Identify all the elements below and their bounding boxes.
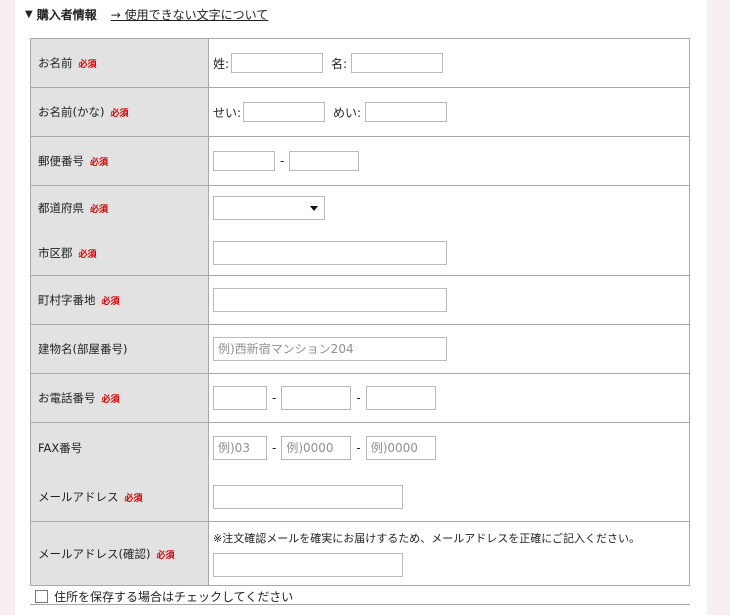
required-badge: 必須 <box>101 395 120 405</box>
row-town: 町村字番地 必須 <box>30 275 690 325</box>
fax-separator-1: - <box>272 440 277 455</box>
purchaser-form-table: お名前 必須 姓: 名: お名前(かな) 必須 せい: めい: 郵便番号 必須 … <box>30 38 690 586</box>
label-building: 建物名(部屋番号) <box>30 324 209 374</box>
label-city: 市区郡 必須 <box>38 245 97 260</box>
email-confirm-input[interactable] <box>213 553 403 577</box>
unusable-characters-link[interactable]: → 使用できない文字について <box>111 6 269 23</box>
postal-code-second-input[interactable] <box>289 151 360 171</box>
row-kana: お名前(かな) 必須 せい: めい: <box>30 87 690 137</box>
label-town: 町村字番地 必須 <box>30 275 209 325</box>
required-badge: 必須 <box>90 158 109 168</box>
fax-second-input[interactable] <box>281 435 352 460</box>
fax-third-input[interactable] <box>365 435 436 460</box>
phone-second-input[interactable] <box>281 386 352 410</box>
required-badge: 必須 <box>101 297 120 307</box>
label-name: お名前 必須 <box>30 38 209 88</box>
row-prefecture-city: 都道府県 必須 市区郡 必須 <box>30 185 690 276</box>
city-input[interactable] <box>213 240 447 265</box>
required-badge: 必須 <box>78 249 97 260</box>
label-phone: お電話番号 必須 <box>30 373 209 423</box>
last-name-kana-input[interactable] <box>243 102 326 122</box>
required-badge: 必須 <box>78 60 97 70</box>
email-confirm-note: ※注文確認メールを確実にお届けするため、メールアドレスを正確にご記入ください。 <box>213 532 640 545</box>
mei-kana-label: めい: <box>333 105 362 120</box>
first-name-input[interactable] <box>351 53 444 73</box>
postal-code-first-input[interactable] <box>213 151 275 171</box>
label-fax: FAX番号 <box>38 440 83 455</box>
fax-separator-2: - <box>356 440 361 455</box>
street-address-input[interactable] <box>213 288 447 312</box>
section-heading: ▼ 購入者情報 → 使用できない文字について <box>25 5 268 23</box>
divider <box>30 604 690 605</box>
first-name-kana-input[interactable] <box>365 102 448 122</box>
section-title: 購入者情報 <box>36 7 97 22</box>
last-name-input[interactable] <box>231 53 324 73</box>
email-input[interactable] <box>213 484 403 509</box>
row-phone: お電話番号 必須 - - <box>30 373 690 423</box>
fax-first-input[interactable] <box>213 435 267 460</box>
row-fax-email: FAX番号 メールアドレス必須 - - <box>30 422 690 522</box>
required-badge: 必須 <box>90 205 109 216</box>
label-email-confirm: メールアドレス(確認) 必須 <box>30 521 209 586</box>
save-address-checkbox[interactable] <box>35 590 48 603</box>
label-prefecture: 都道府県 必須 <box>38 201 109 216</box>
triangle-down-icon: ▼ <box>25 8 33 20</box>
row-email-confirm: メールアドレス(確認) 必須 ※注文確認メールを確実にお届けするため、メールアドレ… <box>30 521 690 586</box>
postal-separator: - <box>280 154 285 168</box>
row-postal: 郵便番号 必須 - <box>30 136 690 186</box>
building-name-input[interactable] <box>213 337 447 361</box>
required-badge: 必須 <box>110 109 129 119</box>
dropdown-arrow-icon <box>310 206 318 212</box>
save-address-row[interactable]: 住所を保存する場合はチェックしてください <box>35 588 293 605</box>
phone-separator-1: - <box>272 391 277 405</box>
row-name: お名前 必須 姓: 名: <box>30 38 690 88</box>
save-address-label: 住所を保存する場合はチェックしてください <box>54 590 294 604</box>
sei-kana-label: せい: <box>213 105 242 120</box>
prefecture-select[interactable] <box>213 196 325 221</box>
required-badge: 必須 <box>156 550 175 561</box>
phone-third-input[interactable] <box>365 386 436 410</box>
label-kana: お名前(かな) 必須 <box>30 87 209 137</box>
phone-first-input[interactable] <box>213 386 267 410</box>
row-building: 建物名(部屋番号) <box>30 324 690 374</box>
sei-label: 姓: <box>213 56 230 71</box>
label-postal: 郵便番号 必須 <box>30 136 209 186</box>
phone-separator-2: - <box>356 391 361 405</box>
label-email: メールアドレス 必須 <box>38 489 143 504</box>
mei-label: 名: <box>331 56 348 71</box>
required-badge: 必須 <box>124 493 143 504</box>
